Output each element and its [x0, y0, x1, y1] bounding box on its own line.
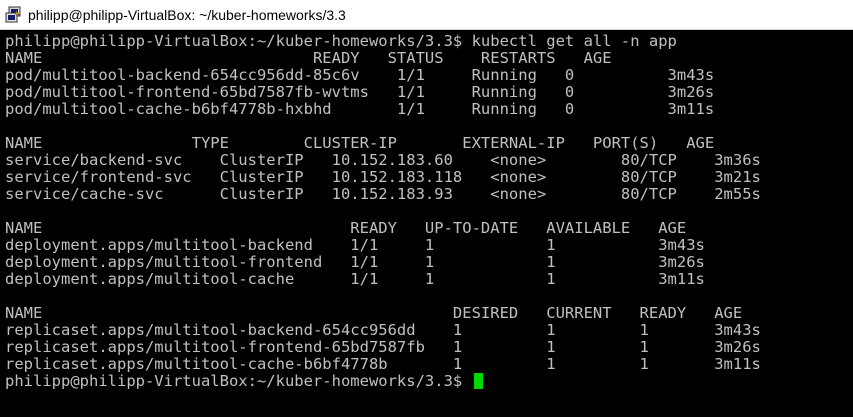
text-cursor [473, 373, 483, 389]
replicaset-row: replicaset.apps/multitool-frontend-65bd7… [5, 338, 761, 356]
pod-row: pod/multitool-frontend-65bd7587fb-wvtms … [5, 83, 715, 101]
service-row: service/backend-svc ClusterIP 10.152.183… [5, 151, 761, 169]
replicaset-row: replicaset.apps/multitool-cache-b6bf4778… [5, 355, 761, 373]
putty-terminal-icon [5, 6, 21, 23]
service-row: service/cache-svc ClusterIP 10.152.183.9… [5, 185, 761, 203]
replicaset-row: replicaset.apps/multitool-backend-654cc9… [5, 321, 761, 339]
service-row: service/frontend-svc ClusterIP 10.152.18… [5, 168, 761, 186]
window-titlebar: philipp@philipp-VirtualBox: ~/kuber-home… [0, 0, 853, 30]
shell-prompt: philipp@philipp-VirtualBox:~/kuber-homew… [5, 372, 472, 390]
deployment-row: deployment.apps/multitool-backend 1/1 1 … [5, 236, 705, 254]
command-line: philipp@philipp-VirtualBox:~/kuber-homew… [5, 32, 677, 50]
window-title: philipp@philipp-VirtualBox: ~/kuber-home… [28, 7, 346, 23]
terminal-output[interactable]: philipp@philipp-VirtualBox:~/kuber-homew… [0, 30, 853, 417]
pod-row: pod/multitool-cache-b6bf4778b-hxbhd 1/1 … [5, 100, 715, 118]
deployment-row: deployment.apps/multitool-cache 1/1 1 1 … [5, 270, 705, 288]
deployment-row: deployment.apps/multitool-frontend 1/1 1… [5, 253, 705, 271]
pods-header: NAME READY STATUS RESTARTS AGE [5, 49, 612, 67]
services-header: NAME TYPE CLUSTER-IP EXTERNAL-IP PORT(S)… [5, 134, 715, 152]
replicasets-header: NAME DESIRED CURRENT READY AGE [5, 304, 743, 322]
pod-row: pod/multitool-backend-654cc956dd-85c6v 1… [5, 66, 715, 84]
prompt-line[interactable]: philipp@philipp-VirtualBox:~/kuber-homew… [5, 373, 483, 390]
deployments-header: NAME READY UP-TO-DATE AVAILABLE AGE [5, 219, 687, 237]
